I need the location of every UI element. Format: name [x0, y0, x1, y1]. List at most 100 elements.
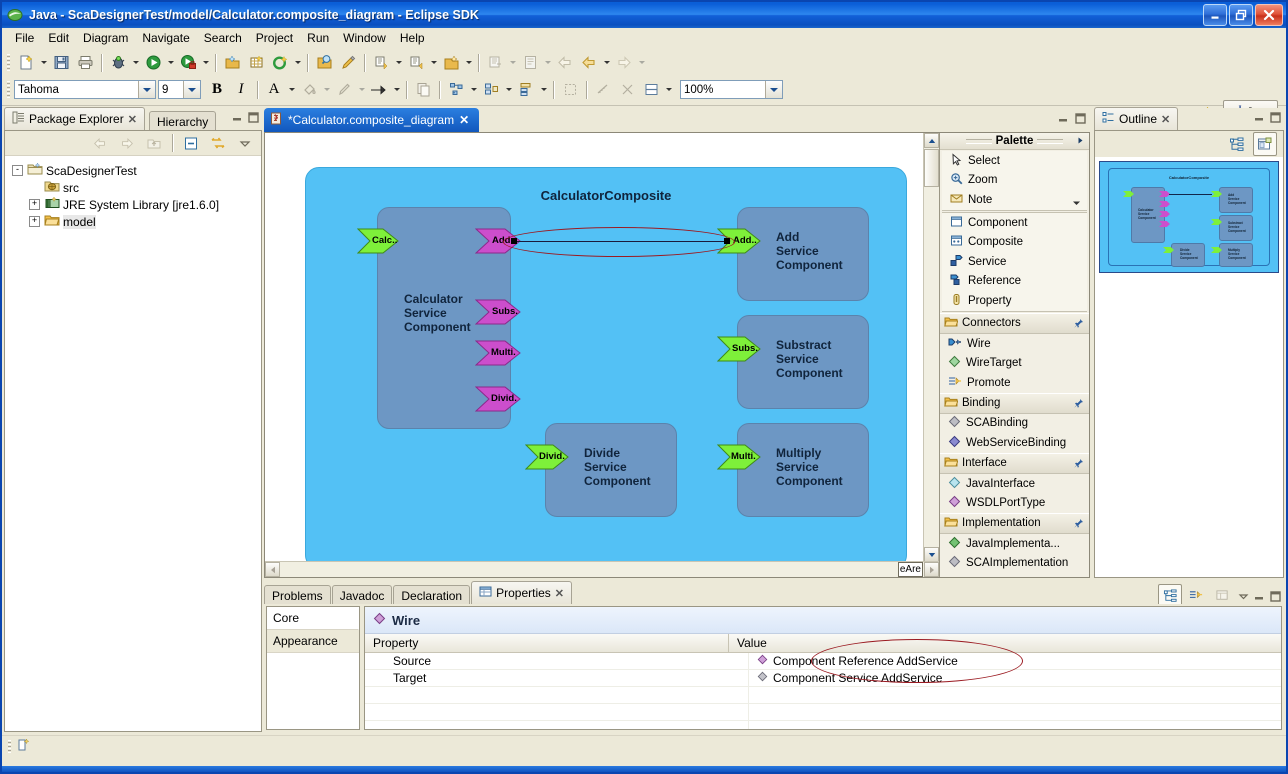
- toolbar-grip[interactable]: [7, 53, 10, 72]
- fill-color-icon[interactable]: [297, 78, 321, 102]
- palette-item-promote[interactable]: Promote: [940, 373, 1089, 393]
- ruler-icon[interactable]: [591, 78, 615, 102]
- palette-item-webservicebinding[interactable]: WebServiceBinding: [940, 433, 1089, 453]
- minimize-button[interactable]: [1203, 4, 1227, 26]
- service-port-divid[interactable]: Divid.: [525, 444, 569, 470]
- last-edit-dropdown[interactable]: [463, 52, 474, 74]
- debug-icon[interactable]: [106, 51, 130, 75]
- chevron-right-icon[interactable]: [1076, 136, 1085, 148]
- search-references-icon[interactable]: [518, 51, 542, 75]
- service-port-calc[interactable]: Calc..: [357, 228, 399, 254]
- external-tools-icon[interactable]: [176, 51, 200, 75]
- minimize-icon[interactable]: [230, 110, 244, 124]
- font-size-dropdown-icon[interactable]: [183, 81, 200, 98]
- close-icon[interactable]: ✕: [1161, 113, 1170, 126]
- overview-view-icon[interactable]: [1253, 132, 1277, 156]
- restore-button[interactable]: [1229, 4, 1253, 26]
- up-icon[interactable]: [142, 131, 166, 155]
- palette-item-reference[interactable]: Reference: [942, 272, 1087, 292]
- tree-view-icon[interactable]: [1225, 132, 1249, 156]
- view-menu-icon[interactable]: [1236, 589, 1250, 603]
- reference-port-divid[interactable]: Divid.: [475, 386, 521, 412]
- distribute-dropdown[interactable]: [538, 79, 549, 101]
- font-family-dropdown-icon[interactable]: [138, 81, 155, 98]
- maximize-icon[interactable]: [246, 110, 260, 124]
- font-family-combo[interactable]: Tahoma: [14, 80, 156, 99]
- run-dropdown[interactable]: [165, 52, 176, 74]
- run-icon[interactable]: [141, 51, 165, 75]
- palette-item-wire[interactable]: Wire: [940, 334, 1089, 354]
- palette-item-property[interactable]: Property: [942, 291, 1087, 311]
- menu-project[interactable]: Project: [249, 29, 300, 47]
- scroll-down-button[interactable]: [924, 547, 939, 562]
- minimize-icon[interactable]: [1252, 589, 1266, 603]
- last-edit-icon[interactable]: [439, 51, 463, 75]
- quick-fix-icon[interactable]: [336, 51, 360, 75]
- tree-item-src[interactable]: src: [11, 179, 259, 196]
- close-icon[interactable]: ✕: [459, 113, 469, 127]
- diagram-canvas[interactable]: CalculatorComposite Calculator Service C…: [265, 133, 939, 562]
- pin-icon[interactable]: [1073, 398, 1084, 412]
- tab-calculator-composite-diagram[interactable]: *Calculator.composite_diagram ✕: [264, 108, 480, 132]
- tree-item-jre-library[interactable]: + JRE System Library [jre1.6.0]: [11, 196, 259, 213]
- bold-button[interactable]: B: [205, 78, 229, 102]
- menu-diagram[interactable]: Diagram: [76, 29, 135, 47]
- side-tab-core[interactable]: Core: [267, 607, 359, 630]
- page-break-dropdown[interactable]: [663, 79, 674, 101]
- palette-tool-note[interactable]: Note: [942, 190, 1087, 210]
- chevron-down-icon[interactable]: [1072, 197, 1081, 209]
- line-style-dropdown[interactable]: [391, 79, 402, 101]
- prev-annotation-dropdown[interactable]: [428, 52, 439, 74]
- tab-javadoc[interactable]: Javadoc: [331, 585, 393, 606]
- expander-collapse-icon[interactable]: -: [11, 164, 24, 177]
- prev-annotation-icon[interactable]: [404, 51, 428, 75]
- palette-item-service[interactable]: Service: [942, 252, 1087, 272]
- editor-vertical-scrollbar[interactable]: [923, 133, 939, 562]
- table-row[interactable]: Target Component Service AddService: [365, 670, 1281, 687]
- arrange-all-icon[interactable]: [444, 78, 468, 102]
- tab-hierarchy[interactable]: Hierarchy: [148, 111, 217, 132]
- print-icon[interactable]: [73, 51, 97, 75]
- scroll-right-button[interactable]: [924, 562, 939, 577]
- toolbar-grip-2[interactable]: [7, 80, 10, 99]
- palette-item-scaimplementation[interactable]: SCAImplementation: [940, 554, 1089, 574]
- forward-nav-icon[interactable]: [612, 51, 636, 75]
- menu-edit[interactable]: Edit: [41, 29, 76, 47]
- expander-expand-icon[interactable]: +: [28, 215, 41, 228]
- service-port-subs[interactable]: Subs.: [717, 336, 761, 362]
- editor-horizontal-scrollbar[interactable]: eAre: [265, 561, 939, 577]
- palette-group-header-connectors[interactable]: Connectors: [940, 312, 1089, 334]
- align-dropdown[interactable]: [503, 79, 514, 101]
- new-circle-icon[interactable]: [268, 51, 292, 75]
- zoom-combo[interactable]: 100%: [680, 80, 783, 99]
- menu-window[interactable]: Window: [336, 29, 393, 47]
- arrange-all-dropdown[interactable]: [468, 79, 479, 101]
- component-add-service[interactable]: Add Service Component: [737, 207, 869, 301]
- font-color-button[interactable]: A: [262, 78, 286, 102]
- pin-icon[interactable]: [1073, 458, 1084, 472]
- tree-item-model[interactable]: + model: [11, 213, 259, 230]
- component-divide-service[interactable]: Divide Service Component: [545, 423, 677, 517]
- new-wizard-icon[interactable]: [14, 51, 38, 75]
- toggle-mark-occurrences-icon[interactable]: [483, 51, 507, 75]
- back-history-icon[interactable]: [577, 51, 601, 75]
- select-all-icon[interactable]: [558, 78, 582, 102]
- maximize-icon[interactable]: [1268, 110, 1282, 124]
- menu-navigate[interactable]: Navigate: [135, 29, 196, 47]
- component-multiply-service[interactable]: Multiply Service Component: [737, 423, 869, 517]
- tab-properties[interactable]: Properties ✕: [471, 581, 573, 604]
- new-table-icon[interactable]: [244, 51, 268, 75]
- service-port-multi[interactable]: Multi.: [717, 444, 761, 470]
- scroll-thumb[interactable]: [924, 149, 939, 187]
- palette-item-wsdlporttype[interactable]: WSDLPortType: [940, 493, 1089, 513]
- menu-search[interactable]: Search: [197, 29, 249, 47]
- maximize-icon[interactable]: [1268, 589, 1282, 603]
- expander-expand-icon[interactable]: +: [28, 198, 41, 211]
- reference-port-subs[interactable]: Subs.: [475, 299, 521, 325]
- tab-declaration[interactable]: Declaration: [393, 585, 471, 606]
- copy-appearance-icon[interactable]: [411, 78, 435, 102]
- new-wizard-dropdown[interactable]: [38, 52, 49, 74]
- side-tab-appearance[interactable]: Appearance: [267, 630, 359, 653]
- palette-tool-select[interactable]: Select: [942, 151, 1087, 171]
- fill-color-dropdown[interactable]: [321, 79, 332, 101]
